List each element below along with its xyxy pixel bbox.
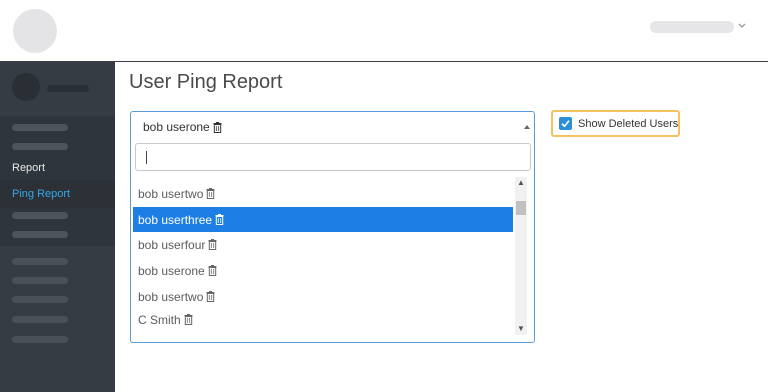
trash-icon[interactable] — [184, 314, 193, 325]
show-deleted-users-toggle[interactable]: Show Deleted Users — [551, 110, 680, 137]
scrollbar-thumb[interactable] — [516, 201, 526, 215]
avatar — [12, 73, 40, 101]
sidebar: Report Ping Report — [0, 62, 115, 392]
trash-icon[interactable] — [206, 291, 215, 302]
list-scrollbar[interactable]: ▲ ▼ — [515, 177, 527, 335]
option-label: bob usertwo — [138, 289, 204, 304]
search-input[interactable] — [135, 143, 531, 171]
list-item[interactable]: C Smith — [133, 307, 513, 332]
trash-icon[interactable] — [208, 239, 217, 250]
top-bar — [0, 0, 768, 62]
text-cursor — [146, 151, 147, 164]
user-menu-name[interactable] — [650, 21, 734, 33]
caret-up-icon[interactable] — [524, 125, 530, 129]
sidebar-item-report[interactable]: Report — [12, 162, 45, 174]
sidebar-item-placeholder[interactable] — [12, 231, 68, 238]
sidebar-item-placeholder[interactable] — [12, 277, 68, 284]
selected-user-label: bob userone — [143, 120, 210, 134]
logo-placeholder — [13, 9, 57, 53]
page-title: User Ping Report — [129, 71, 283, 93]
trash-icon[interactable] — [208, 265, 217, 276]
chevron-down-icon[interactable] — [737, 20, 747, 32]
options-list: bob usertwo bob userthree bob userfour b… — [133, 177, 515, 338]
sidebar-item-placeholder[interactable] — [12, 258, 68, 265]
option-label: bob usertwo — [138, 186, 204, 201]
sidebar-item-placeholder[interactable] — [12, 296, 68, 303]
sidebar-item-placeholder[interactable] — [12, 124, 68, 131]
trash-icon[interactable] — [213, 121, 222, 133]
option-label: bob userfour — [138, 237, 206, 252]
show-deleted-checkbox[interactable] — [559, 117, 572, 130]
show-deleted-label: Show Deleted Users — [578, 118, 679, 130]
option-label: C Smith — [138, 312, 181, 327]
selected-user[interactable]: bob userone — [143, 120, 222, 134]
checkmark-icon — [561, 120, 570, 128]
trash-icon[interactable] — [215, 214, 224, 225]
option-label: bob userthree — [138, 212, 213, 227]
list-item[interactable]: bob usertwo — [133, 284, 513, 309]
scroll-up-icon[interactable]: ▲ — [515, 177, 527, 189]
option-label: bob userone — [138, 263, 205, 278]
sidebar-item-placeholder[interactable] — [12, 212, 68, 219]
list-item[interactable]: bob userone — [133, 258, 513, 283]
sidebar-nav-group: Report Ping Report — [0, 116, 115, 246]
list-item-highlighted[interactable]: bob userthree — [133, 207, 513, 232]
sidebar-item-placeholder[interactable] — [12, 336, 68, 343]
list-item[interactable]: bob usertwo — [133, 181, 513, 206]
sidebar-item-ping-report[interactable]: Ping Report — [12, 188, 70, 200]
sidebar-user-name-placeholder — [47, 85, 89, 92]
list-item[interactable]: bob userfour — [133, 232, 513, 257]
trash-icon[interactable] — [206, 188, 215, 199]
sidebar-item-placeholder[interactable] — [12, 316, 68, 323]
scroll-down-icon[interactable]: ▼ — [515, 323, 527, 335]
user-select-dropdown[interactable]: bob userone bob usertwo bob userthree bo… — [130, 111, 535, 343]
sidebar-item-placeholder[interactable] — [12, 143, 68, 150]
